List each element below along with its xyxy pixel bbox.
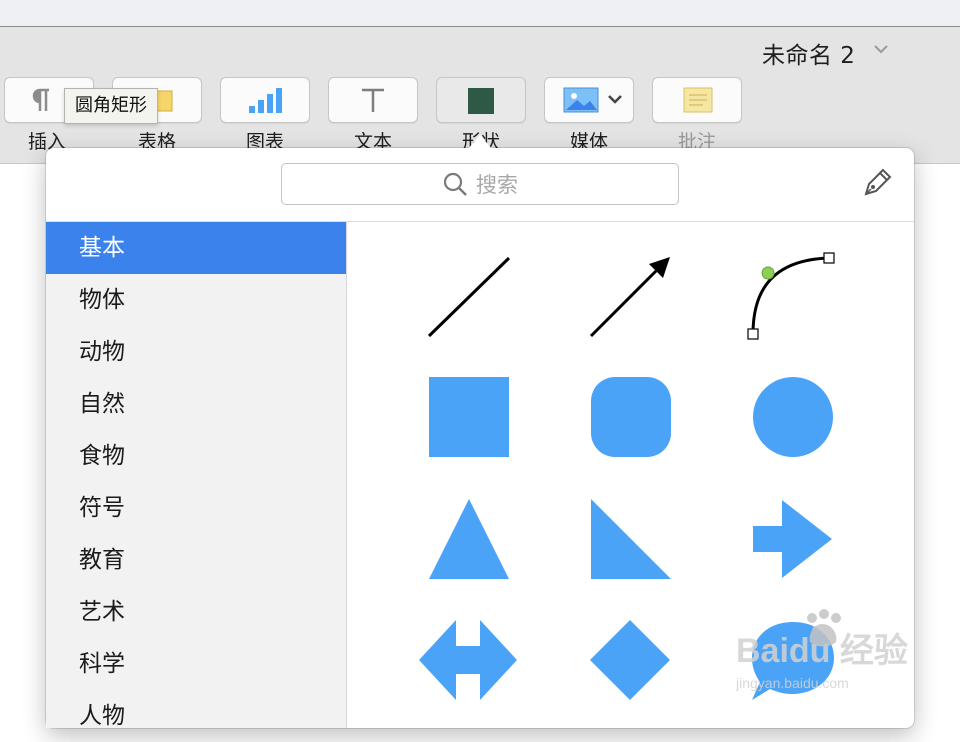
right-triangle-shape[interactable] [590, 498, 672, 580]
comment-button[interactable] [652, 77, 742, 123]
pen-icon[interactable] [860, 166, 894, 200]
rounded-square-shape[interactable] [590, 376, 672, 458]
shape-icon [468, 88, 494, 114]
pilcrow-icon [32, 88, 49, 111]
line-shape[interactable] [426, 254, 512, 340]
search-field[interactable]: 搜索 [281, 163, 679, 205]
curve-shape[interactable] [744, 248, 844, 344]
search-input[interactable]: 搜索 [476, 169, 518, 199]
comment-icon [683, 87, 713, 113]
tooltip: 圆角矩形 [64, 88, 158, 124]
double-arrow-shape[interactable] [418, 618, 518, 702]
shape-button[interactable] [436, 77, 526, 123]
text-icon [362, 88, 384, 112]
category-animals[interactable]: 动物 [46, 326, 346, 378]
category-food[interactable]: 食物 [46, 430, 346, 482]
popover-header: 搜索 [46, 148, 914, 222]
chart-icon [249, 88, 282, 113]
category-objects[interactable]: 物体 [46, 274, 346, 326]
category-education[interactable]: 教育 [46, 534, 346, 586]
title-bar-strip [0, 0, 960, 27]
arrow-shape[interactable] [752, 498, 834, 580]
media-icon [563, 87, 622, 113]
category-basic[interactable]: 基本 [46, 222, 346, 274]
category-symbols[interactable]: 符号 [46, 482, 346, 534]
document-title[interactable]: 未命名 2 [762, 36, 855, 70]
square-shape[interactable] [428, 376, 510, 458]
media-button[interactable] [544, 77, 634, 123]
baidu-logo: Baidu 经验 jingyan.baidu.com [735, 609, 908, 691]
svg-text:jingyan.baidu.com: jingyan.baidu.com [736, 675, 849, 691]
category-nature[interactable]: 自然 [46, 378, 346, 430]
text-button[interactable] [328, 77, 418, 123]
triangle-shape[interactable] [428, 498, 510, 580]
category-people[interactable]: 人物 [46, 690, 346, 742]
circle-shape[interactable] [752, 376, 834, 458]
category-art[interactable]: 艺术 [46, 586, 346, 638]
chevron-down-icon[interactable] [872, 40, 890, 58]
search-icon [443, 172, 467, 196]
arrow-line-shape[interactable] [588, 254, 674, 340]
svg-text:Baidu 经验: Baidu 经验 [736, 631, 908, 670]
watermark: Baidu 经验 jingyan.baidu.com [735, 608, 916, 698]
diamond-shape[interactable] [588, 618, 672, 702]
popover-caret [467, 135, 493, 150]
category-science[interactable]: 科学 [46, 638, 346, 690]
category-sidebar: 基本 物体 动物 自然 食物 符号 教育 艺术 科学 人物 [46, 222, 347, 729]
chart-button[interactable] [220, 77, 310, 123]
